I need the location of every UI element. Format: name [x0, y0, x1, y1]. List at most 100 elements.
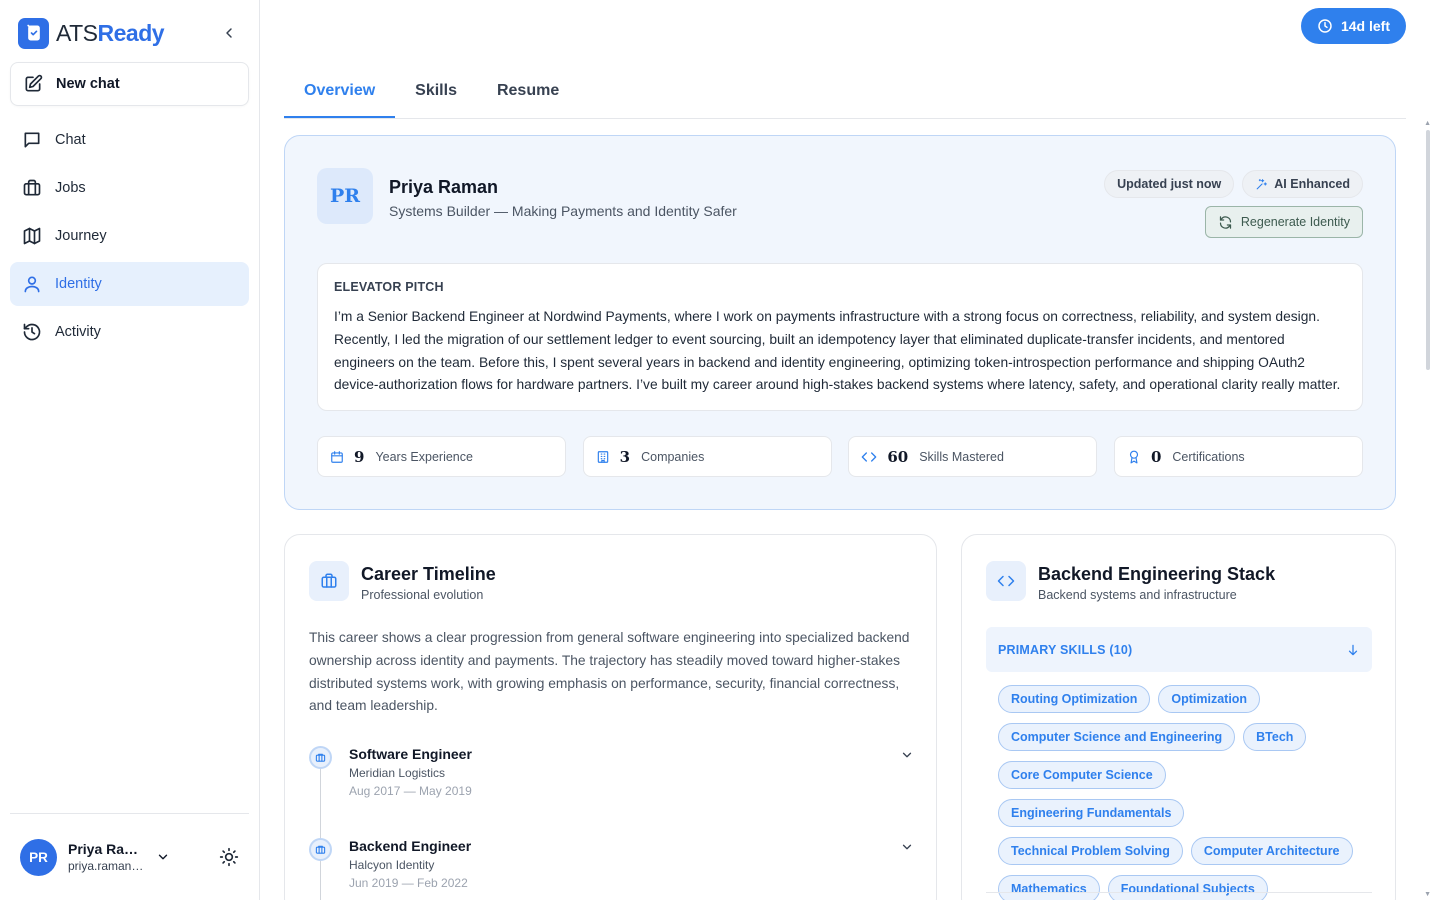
scroll-up-arrow[interactable]: ▲	[1424, 120, 1431, 127]
new-chat-label: New chat	[56, 76, 120, 92]
expand-timeline-item-button[interactable]	[900, 748, 914, 762]
brand-name: ATSReady	[56, 20, 165, 47]
brand-logo-icon[interactable]	[18, 17, 49, 49]
stat-skills: 60 Skills Mastered	[848, 436, 1098, 477]
stat-label: Certifications	[1172, 449, 1245, 464]
backend-stack-panel: Backend Engineering Stack Backend system…	[961, 534, 1396, 900]
award-icon	[1129, 450, 1139, 463]
tab-bar: Overview Skills Resume	[284, 68, 1406, 119]
main-content: 14d left Overview Skills Resume ▲ ▼ PR P…	[260, 0, 1440, 900]
timeline-dot	[309, 746, 332, 769]
calendar-icon	[331, 450, 343, 463]
regenerate-label: Regenerate Identity	[1240, 215, 1350, 229]
elevator-pitch: ELEVATOR PITCH I’m a Senior Backend Engi…	[317, 263, 1363, 411]
user-footer: PR Priya Ram... priya.raman@...	[10, 813, 249, 900]
skill-chip[interactable]: Optimization	[1158, 685, 1261, 713]
tab-resume[interactable]: Resume	[477, 68, 579, 118]
tab-overview[interactable]: Overview	[284, 68, 396, 118]
briefcase-icon	[315, 845, 326, 854]
primary-skills-label: PRIMARY SKILLS (10)	[998, 642, 1133, 657]
scroll-down-arrow[interactable]: ▼	[1424, 891, 1431, 898]
skill-chip[interactable]: Foundational Subjects	[1107, 875, 1268, 900]
timeline-dates: Jun 2019 — Feb 2022	[349, 876, 468, 890]
stat-companies: 3 Companies	[582, 436, 832, 477]
skill-chips: Routing Optimization Optimization Comput…	[998, 685, 1358, 900]
sidebar-item-activity[interactable]: Activity	[10, 310, 249, 354]
timeline-item[interactable]: Backend Engineer Halcyon Identity Jun 20…	[309, 838, 914, 898]
primary-skills-toggle[interactable]: PRIMARY SKILLS (10)	[986, 627, 1372, 672]
user-menu-button[interactable]	[156, 850, 170, 864]
skill-chip[interactable]: Technical Problem Solving	[998, 837, 1183, 865]
arrow-down-icon	[1346, 643, 1360, 657]
trial-status-button[interactable]: 14d left	[1300, 8, 1406, 44]
skill-chip[interactable]: Computer Architecture	[1190, 837, 1353, 865]
career-summary: This career shows a clear progression fr…	[309, 630, 910, 714]
tab-skills[interactable]: Skills	[395, 68, 477, 118]
panel-subtitle: Backend systems and infrastructure	[1038, 588, 1237, 602]
map-icon	[23, 227, 41, 245]
sidebar-item-label: Identity	[55, 276, 102, 292]
timeline-role: Backend Engineer	[349, 838, 472, 854]
collapse-sidebar-button[interactable]	[217, 21, 241, 45]
skill-chip[interactable]: Computer Science and Engineering	[998, 723, 1236, 751]
refresh-icon	[1219, 215, 1232, 229]
sidebar-nav: Chat Jobs Journey Identity Activity	[0, 118, 259, 354]
edit-icon	[25, 74, 43, 92]
skill-chip[interactable]: Core Computer Science	[998, 761, 1166, 789]
identity-badges: Updated just now AI Enhanced	[1104, 170, 1363, 198]
ai-enhanced-badge: AI Enhanced	[1242, 170, 1363, 198]
identity-stats: 9 Years Experience 3 Companies 60 Skills…	[317, 436, 1363, 477]
regenerate-identity-button[interactable]: Regenerate Identity	[1204, 206, 1363, 238]
timeline-dates: Aug 2017 — May 2019	[349, 784, 472, 798]
sidebar-item-identity[interactable]: Identity	[10, 262, 249, 306]
trial-label: 14d left	[1340, 18, 1390, 34]
timeline-dot	[309, 838, 332, 861]
history-icon	[23, 323, 41, 341]
identity-name: Priya Raman	[389, 177, 499, 197]
stat-label: Companies	[641, 449, 705, 464]
updated-badge-label: Updated just now	[1117, 177, 1222, 191]
new-chat-button[interactable]: New chat	[10, 62, 249, 106]
sidebar-item-label: Activity	[55, 324, 101, 340]
identity-tagline: Systems Builder — Making Payments and Id…	[389, 203, 737, 219]
chevron-down-icon	[158, 854, 168, 860]
sidebar-item-label: Jobs	[55, 180, 86, 196]
pitch-body: I’m a Senior Backend Engineer at Nordwin…	[334, 309, 1341, 393]
stat-label: Years Experience	[375, 449, 473, 464]
sidebar-item-label: Chat	[55, 132, 86, 148]
user-name: Priya Ram...	[68, 841, 146, 857]
updated-badge: Updated just now	[1104, 170, 1235, 198]
clock-icon	[1318, 19, 1332, 33]
timeline-company: Meridian Logistics	[349, 766, 446, 780]
stat-value: 3	[619, 447, 631, 466]
avatar[interactable]: PR	[20, 838, 57, 876]
skill-chip[interactable]: Engineering Fundamentals	[998, 799, 1185, 827]
theme-toggle-button[interactable]	[219, 847, 239, 867]
skill-chip[interactable]: Routing Optimization	[998, 685, 1151, 713]
briefcase-icon	[321, 573, 337, 588]
expand-timeline-item-button[interactable]	[900, 840, 914, 854]
sidebar-item-chat[interactable]: Chat	[10, 118, 249, 162]
chevron-down-icon	[902, 844, 912, 850]
timeline-item[interactable]: Software Engineer Meridian Logistics Aug…	[309, 746, 914, 806]
scrollbar-thumb[interactable]	[1426, 130, 1430, 370]
stat-value: 0	[1150, 447, 1162, 466]
code-icon	[861, 451, 877, 462]
stat-years: 9 Years Experience	[317, 436, 566, 477]
building-icon	[597, 450, 608, 463]
stat-certifications: 0 Certifications	[1113, 436, 1363, 477]
identity-card: PR Priya Raman Systems Builder — Making …	[284, 135, 1396, 510]
user-icon	[24, 276, 40, 293]
chevron-down-icon	[902, 752, 912, 758]
skill-chip[interactable]: Mathematics	[998, 875, 1100, 900]
panel-subtitle: Professional evolution	[361, 588, 484, 602]
skill-chip[interactable]: BTech	[1243, 723, 1307, 751]
chevron-left-icon	[226, 28, 232, 38]
sparkles-icon	[1256, 178, 1268, 189]
sidebar-item-journey[interactable]: Journey	[10, 214, 249, 258]
panel-icon	[309, 561, 349, 601]
timeline-role: Software Engineer	[349, 746, 472, 762]
sidebar-item-jobs[interactable]: Jobs	[10, 166, 249, 210]
panel-title: Career Timeline	[361, 564, 496, 584]
timeline-company: Halcyon Identity	[349, 858, 435, 872]
